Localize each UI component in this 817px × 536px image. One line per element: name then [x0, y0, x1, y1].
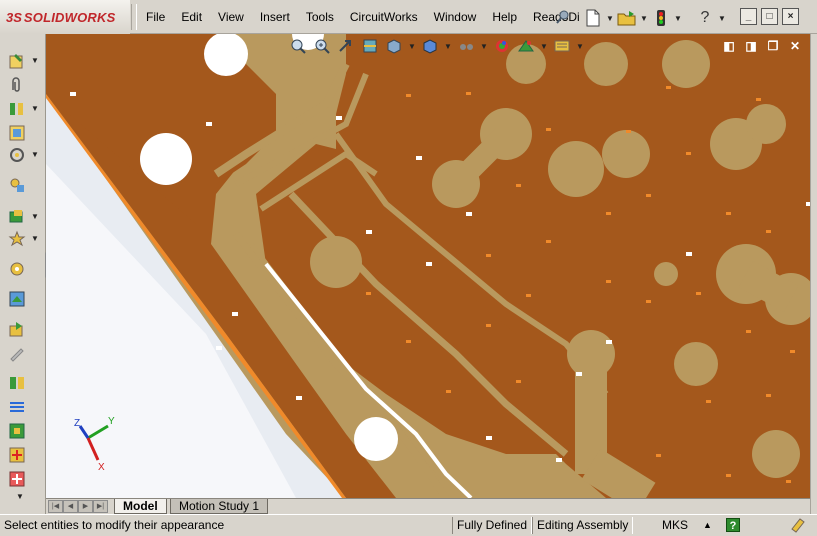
viewport-tile-icon[interactable]: ◨	[744, 39, 758, 53]
solidworks-window: 3S SOLIDWORKS File Edit View Insert Tool…	[0, 0, 817, 536]
paperclip-icon[interactable]	[6, 74, 28, 96]
chevron-down-icon[interactable]: ▼	[31, 104, 39, 113]
exploded-view-icon[interactable]	[6, 372, 28, 394]
new-motion-study-icon[interactable]	[6, 318, 28, 340]
menu-circuitworks[interactable]: CircuitWorks	[342, 8, 426, 26]
mate-icon[interactable]	[6, 98, 28, 120]
last-tab-button[interactable]: ▶|	[93, 500, 108, 513]
help-question-icon[interactable]: ?	[694, 7, 716, 29]
viewport-window-controls: ◧ ◨ ❐ ✕	[722, 39, 802, 53]
pin-icon[interactable]	[555, 9, 571, 25]
chevron-down-icon[interactable]: ▼	[16, 492, 24, 501]
title-menu-bar: 3S SOLIDWORKS File Edit View Insert Tool…	[0, 0, 817, 34]
previous-view-icon[interactable]	[336, 36, 356, 56]
status-units[interactable]: MKS	[662, 517, 688, 534]
minimize-button[interactable]: _	[740, 8, 757, 25]
close-button[interactable]: ×	[782, 8, 799, 25]
heads-up-view-toolbar: ▼ ▼ ▼ ▼ ▼	[288, 36, 584, 56]
model-tab-bar: |◀ ◀ ▶ ▶| Model Motion Study 1	[46, 498, 810, 514]
component-preview-icon[interactable]	[6, 122, 28, 144]
standard-toolbar: ▼ ▼ ▼ ? ▼	[582, 6, 726, 30]
left-command-toolbar: ▼ ▼ ▼ ▼ ▼ ▼	[0, 34, 46, 514]
chevron-down-icon[interactable]: ▼	[576, 42, 584, 51]
edit-appearance-icon[interactable]	[492, 36, 512, 56]
chevron-down-icon[interactable]: ▼	[718, 14, 726, 23]
status-message: Select entities to modify their appearan…	[4, 518, 225, 532]
triad-z-label: Z	[74, 418, 80, 429]
chevron-down-icon[interactable]: ▼	[540, 42, 548, 51]
assembly-features-icon[interactable]	[6, 258, 28, 280]
reference-geometry-icon[interactable]	[6, 288, 28, 310]
chevron-down-icon[interactable]: ▼	[674, 14, 682, 23]
restore-button[interactable]: □	[761, 8, 778, 25]
hide-show-items-icon[interactable]	[456, 36, 476, 56]
menu-bar: File Edit View Insert Tools CircuitWorks…	[138, 8, 588, 26]
graphics-viewport[interactable]: ▼ ▼ ▼ ▼ ▼ ◧ ◨ ❐ ✕ Y Z X	[46, 34, 810, 498]
status-edit-mode: Editing Assembly	[532, 517, 634, 534]
apply-scene-icon[interactable]	[516, 36, 536, 56]
logo-text: SOLIDWORKS	[23, 9, 116, 25]
viewport-split-icon[interactable]: ◧	[722, 39, 736, 53]
chevron-down-icon[interactable]: ▼	[408, 42, 416, 51]
toolbar-separator	[131, 4, 137, 30]
quick-tips-help-icon[interactable]: ?	[726, 518, 740, 532]
open-folder-icon[interactable]	[616, 7, 638, 29]
triad-y-label: Y	[108, 416, 115, 427]
tab-model[interactable]: Model	[114, 499, 167, 514]
menu-insert[interactable]: Insert	[252, 8, 298, 26]
menu-edit[interactable]: Edit	[173, 8, 210, 26]
window-controls: _ □ ×	[740, 8, 799, 25]
interference-detection-icon[interactable]	[6, 396, 28, 418]
linear-pattern-icon[interactable]	[6, 144, 28, 166]
tab-scroll-buttons: |◀ ◀ ▶ ▶|	[48, 500, 108, 513]
display-style-icon[interactable]	[420, 36, 440, 56]
bill-of-materials-icon[interactable]	[6, 342, 28, 364]
tab-motion-study[interactable]: Motion Study 1	[170, 499, 269, 514]
view-settings-icon[interactable]	[552, 36, 572, 56]
menu-help[interactable]: Help	[484, 8, 525, 26]
coordinate-triad: Y Z X	[74, 416, 115, 473]
section-view-icon[interactable]	[360, 36, 380, 56]
chevron-down-icon[interactable]: ▼	[640, 14, 648, 23]
zoom-to-area-icon[interactable]	[312, 36, 332, 56]
triad-x-label: X	[98, 462, 105, 473]
chevron-down-icon[interactable]: ▼	[31, 150, 39, 159]
smart-fasteners-icon[interactable]	[6, 174, 28, 196]
units-menu-arrow[interactable]: ▲	[703, 517, 712, 534]
chevron-down-icon[interactable]: ▼	[31, 56, 39, 65]
status-definition: Fully Defined	[452, 517, 533, 534]
clearance-verification-icon[interactable]	[6, 420, 28, 442]
hole-alignment-icon[interactable]	[6, 444, 28, 466]
status-bar: Select entities to modify their appearan…	[0, 514, 817, 536]
chevron-down-icon[interactable]: ▼	[480, 42, 488, 51]
menu-window[interactable]: Window	[426, 8, 485, 26]
viewport-close-icon[interactable]: ✕	[788, 39, 802, 53]
previous-tab-button[interactable]: ◀	[63, 500, 78, 513]
pcb-board-model[interactable]	[46, 34, 810, 498]
solidworks-logo[interactable]: 3S SOLIDWORKS	[0, 0, 130, 34]
traffic-light-icon[interactable]	[650, 7, 672, 29]
menu-view[interactable]: View	[210, 8, 252, 26]
edit-component-icon[interactable]	[6, 50, 28, 72]
show-hidden-icon[interactable]	[6, 228, 28, 250]
new-document-icon[interactable]	[582, 7, 604, 29]
chevron-down-icon[interactable]: ▼	[606, 14, 614, 23]
task-pane-strip[interactable]	[810, 34, 817, 514]
first-tab-button[interactable]: |◀	[48, 500, 63, 513]
large-assembly-mode-icon[interactable]	[6, 468, 28, 490]
menu-file[interactable]: File	[138, 8, 173, 26]
next-tab-button[interactable]: ▶	[78, 500, 93, 513]
zoom-to-fit-icon[interactable]	[288, 36, 308, 56]
move-component-icon[interactable]	[6, 206, 28, 228]
chevron-down-icon[interactable]: ▼	[31, 212, 39, 221]
chevron-down-icon[interactable]: ▼	[31, 234, 39, 243]
view-orientation-icon[interactable]	[384, 36, 404, 56]
menu-tools[interactable]: Tools	[298, 8, 342, 26]
rebuild-notification-icon[interactable]	[790, 517, 806, 533]
viewport-restore-icon[interactable]: ❐	[766, 39, 780, 53]
logo-prefix: 3S	[6, 9, 22, 25]
chevron-down-icon[interactable]: ▼	[444, 42, 452, 51]
